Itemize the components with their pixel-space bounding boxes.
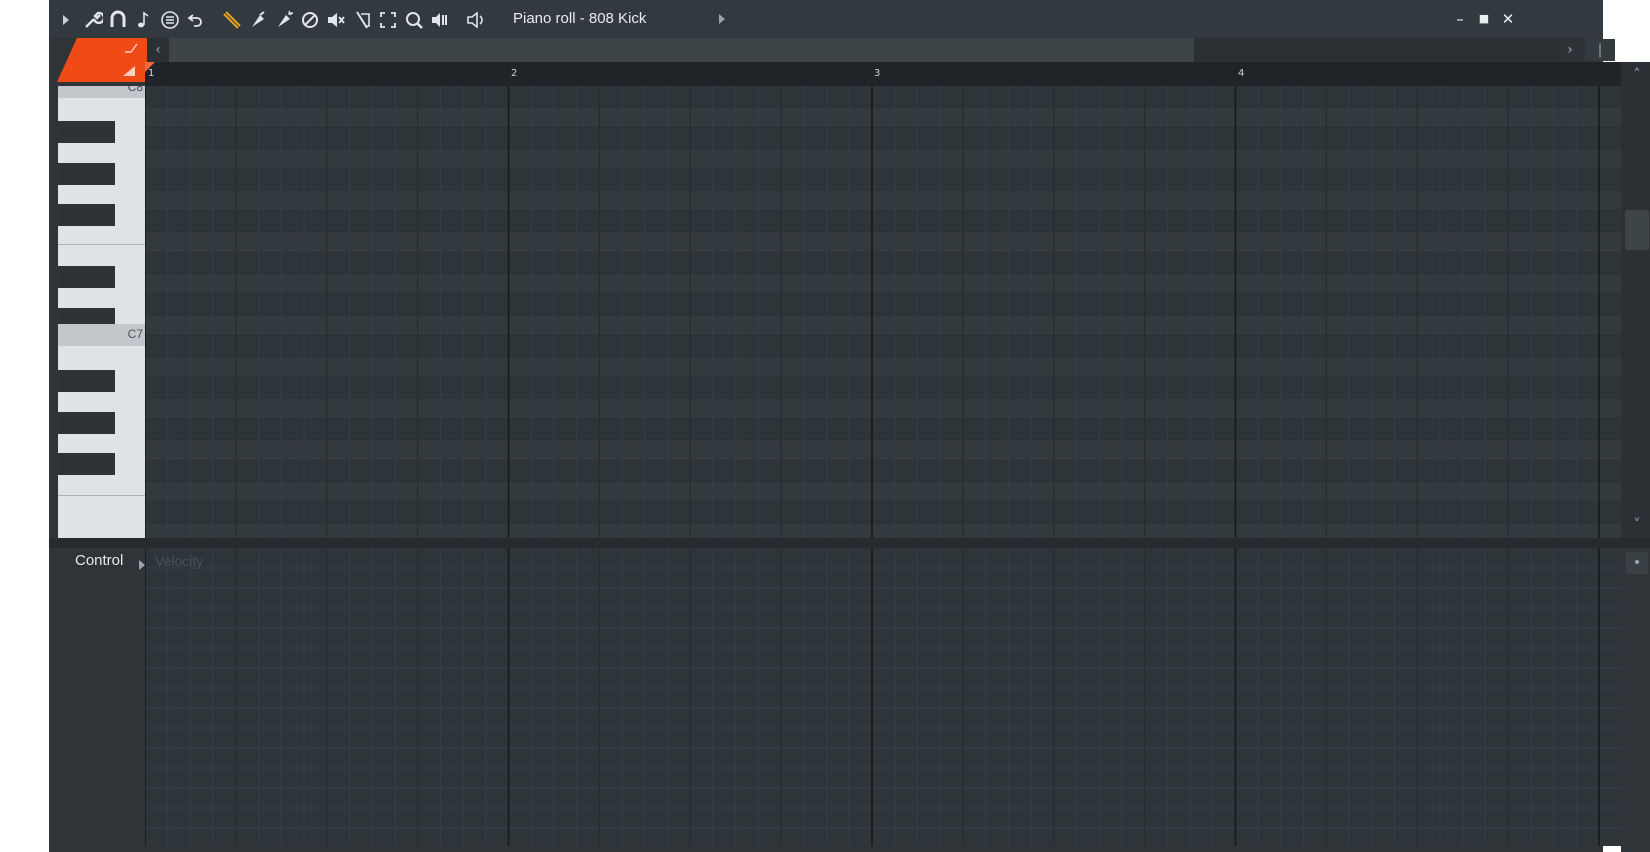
play-arrow-icon[interactable]	[55, 9, 77, 31]
control-label[interactable]: Control	[75, 552, 123, 569]
toolbar: Piano roll - 808 Kick – ■ ✕	[49, 0, 1603, 38]
paint-special-icon[interactable]	[273, 9, 295, 31]
scroll-down-icon[interactable]: ˅	[1626, 514, 1648, 536]
window-title[interactable]: Piano roll - 808 Kick	[513, 8, 646, 30]
control-panel	[49, 548, 145, 852]
target-channel-logo[interactable]	[57, 38, 147, 88]
bar-number: 4	[1238, 68, 1245, 79]
note-grid[interactable]	[145, 86, 1621, 538]
horizontal-scroll-thumb[interactable]	[169, 38, 1194, 62]
piano-keyboard[interactable]: C8 C7	[58, 86, 145, 538]
black-key[interactable]	[58, 412, 115, 434]
zoom-handle-icon[interactable]: ❘	[1585, 39, 1615, 61]
playback-icon[interactable]	[429, 9, 451, 31]
bar-number: 1	[148, 68, 155, 79]
vertical-scroll-thumb[interactable]	[1625, 210, 1649, 250]
black-key[interactable]	[58, 121, 115, 143]
key-label-c8: C8	[127, 86, 143, 94]
paint-icon[interactable]	[247, 9, 269, 31]
mute-icon[interactable]	[325, 9, 347, 31]
select-icon[interactable]	[377, 9, 399, 31]
black-key[interactable]	[58, 266, 115, 288]
speaker-icon[interactable]	[465, 9, 487, 31]
scroll-up-icon[interactable]: ˄	[1626, 64, 1648, 86]
close-button[interactable]: ✕	[1499, 10, 1517, 28]
wrench-icon[interactable]	[81, 9, 103, 31]
piano-roll-window: Piano roll - 808 Kick – ■ ✕ ‹ › ❘ 1 2 3 …	[49, 0, 1650, 852]
event-panel-button[interactable]: •	[1626, 552, 1648, 574]
black-key[interactable]	[58, 204, 115, 226]
minimize-button[interactable]: –	[1451, 10, 1469, 28]
maximize-button[interactable]: ■	[1475, 10, 1493, 28]
velocity-grid[interactable]	[145, 548, 1621, 846]
horizontal-scrollbar[interactable]: ‹ ›	[145, 38, 1583, 62]
white-key-divider	[58, 244, 145, 245]
zoom-icon[interactable]	[403, 9, 425, 31]
title-menu-arrow-icon[interactable]	[719, 14, 725, 24]
panel-splitter[interactable]	[49, 538, 1650, 548]
pencil-icon[interactable]	[221, 9, 243, 31]
bar-number: 2	[511, 68, 518, 79]
scroll-left-icon[interactable]: ‹	[147, 39, 169, 61]
velocity-label: Velocity	[155, 553, 204, 569]
vertical-scrollbar[interactable]: ˄ ˅	[1621, 62, 1650, 538]
key-label-c7: C7	[127, 327, 143, 341]
undo-icon[interactable]	[185, 9, 207, 31]
event-panel-sidebar: •	[1621, 548, 1650, 852]
slice-icon[interactable]	[351, 9, 373, 31]
black-key[interactable]	[58, 163, 115, 185]
note-icon[interactable]	[133, 9, 155, 31]
delete-icon[interactable]	[299, 9, 321, 31]
bar-number: 3	[874, 68, 881, 79]
black-key[interactable]	[58, 453, 115, 475]
timeline-ruler[interactable]: 1 2 3 4	[145, 62, 1622, 86]
list-icon[interactable]	[159, 9, 181, 31]
black-key[interactable]	[58, 370, 115, 392]
magnet-icon[interactable]	[107, 9, 129, 31]
scroll-right-icon[interactable]: ›	[1559, 39, 1581, 61]
white-key-divider	[58, 495, 145, 496]
